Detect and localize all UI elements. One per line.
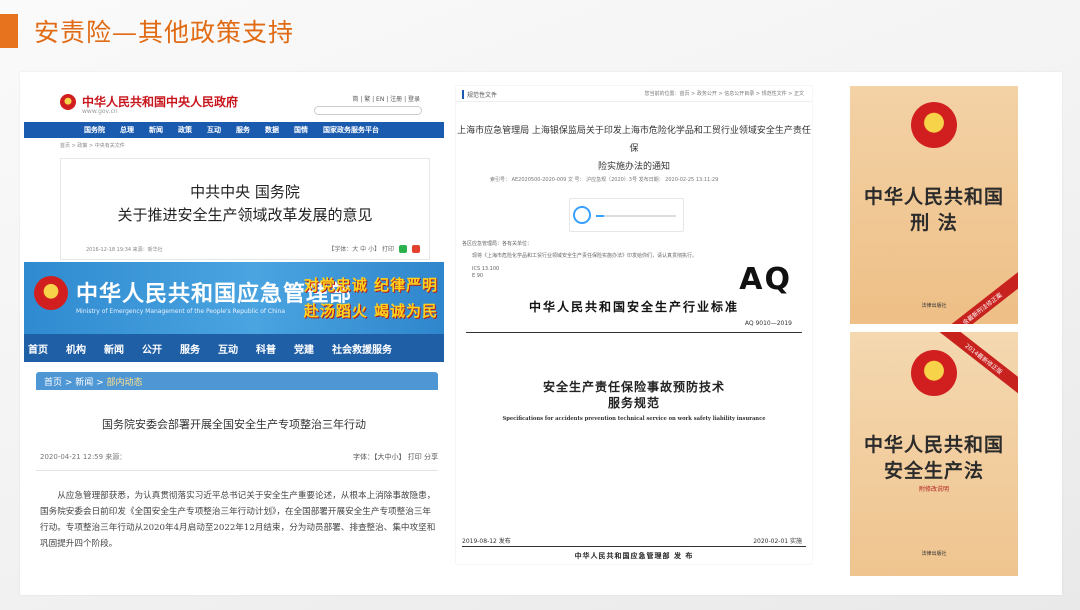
book-title-line-2: 安全生产法 [883,460,984,482]
book-subtitle: 附修改说明 [918,486,949,493]
mem-article-body: 从应急管理部获悉，为认真贯彻落实习近平总书记关于安全生产重要论述，从根本上消除事… [40,491,436,549]
sh-doc-title-line-2: 险实施办法的通知 [597,162,670,172]
gov-nav-item[interactable]: 国家政务服务平台 [323,125,379,135]
book-publisher: 法律出版社 [921,303,947,309]
book-corner-tag: 含最新刑法修正案 [930,266,1018,324]
gov-cn-nav: 国务院 总理 新闻 政策 互动 服务 数据 国情 国家政务服务平台 [24,122,444,138]
mem-breadcrumb: 首页 > 新闻 > 部内动态 [36,372,438,390]
mem-article-meta: 2020-04-21 12:59 来源： [40,453,127,461]
audio-progress-fill [596,215,604,217]
aq-mark: AQ [739,262,792,297]
book-title-line-1: 中华人民共和国 [863,434,1004,456]
aq-publisher: 中华人民共和国应急管理部 发 布 [574,552,694,560]
mem-nav-item[interactable]: 公开 [142,341,162,356]
national-emblem-icon [911,350,957,396]
gov-nav-item[interactable]: 互动 [207,125,221,135]
mem-banner: 中华人民共和国应急管理部 Ministry of Emergency Manag… [24,262,444,334]
gov-nav-item[interactable]: 国情 [294,125,308,135]
mem-nav-item[interactable]: 党建 [294,341,314,356]
title-accent-bar [0,14,18,48]
mem-breadcrumb-current[interactable]: 部内动态 [107,378,143,388]
mem-nav-item[interactable]: 社会救援服务 [332,341,392,356]
mem-nav-item[interactable]: 服务 [180,341,200,356]
mem-nav-item[interactable]: 科普 [256,341,276,356]
aq-title-line-2: 服务规范 [607,396,660,410]
gov-cn-doc-title-2: 关于推进安全生产领域改革发展的意见 [117,206,373,224]
divider [36,470,438,471]
sh-doc-and-aq-standard: 规范性文件 您当前的位置：首页 > 政务公开 > 信息公开目录 > 规范性文件 … [456,86,812,564]
sh-doc-meta: 索引号： AE2020500-2020-009 文 号： 沪应急规〔2020〕3… [490,177,719,183]
sh-doc-notice-text: 现将《上海市危险化学品和工贸行业领域安全生产责任保险实施办法》印发给你们，请认真… [472,253,698,259]
audio-player[interactable] [569,198,684,232]
divider [466,332,802,333]
gov-nav-item[interactable]: 政策 [178,125,192,135]
gov-nav-item[interactable]: 国务院 [84,125,105,135]
sh-doc-title-line-1: 上海市应急管理局 上海银保监局关于印发上海市危险化学品和工贸行业领域安全生产责任… [457,126,811,154]
mem-article-tools[interactable]: 字体：【大中小】 打印 分享 [353,452,438,462]
mem-nav-item[interactable]: 首页 [28,341,48,356]
divider [462,546,806,547]
mem-nav-item[interactable]: 新闻 [104,341,124,356]
gov-cn-meta: 2016-12-18 19:34 来源：新华社 [86,247,163,253]
sh-doc-title: 上海市应急管理局 上海银保监局关于印发上海市危险化学品和工贸行业领域安全生产责任… [456,122,812,176]
mem-article-title: 国务院安委会部署开展全国安全生产专项整治三年行动 [102,418,366,431]
criminal-law-book-cover: 中华人民共和国 刑 法 含最新刑法修正案 法律出版社 [850,86,1018,324]
mem-nav: 首页 机构 新闻 公开 服务 互动 科普 党建 社会救援服务 [24,334,444,362]
gov-cn-top-links[interactable]: 简 | 繁 | EN | 注册 | 登录 [352,94,420,103]
gov-nav-item[interactable]: 新闻 [149,125,163,135]
sh-doc-addressee: 各区应急管理局：各有关单位： [462,241,533,247]
gov-nav-item[interactable]: 数据 [265,125,279,135]
mem-nav-item[interactable]: 互动 [218,341,238,356]
mem-nav-item[interactable]: 机构 [66,341,86,356]
book-title-line-1: 中华人民共和国 [863,186,1004,208]
speaker-icon[interactable] [573,206,591,224]
gov-cn-header: 中华人民共和国中央人民政府 www.gov.cn 简 | 繁 | EN | 注册… [24,84,444,122]
mem-site-en: Ministry of Emergency Management of the … [76,308,286,315]
weibo-icon[interactable] [412,244,420,253]
aq-ics-code: ICS 13.100 E 90 [472,266,500,279]
gov-cn-tools: 【字体：大 中 小】 打印 [328,244,420,253]
mem-gov-screenshot: 中华人民共和国应急管理部 Ministry of Emergency Manag… [24,262,444,567]
national-emblem-icon [34,276,68,310]
national-emblem-icon [911,102,957,148]
slide-title: 安责险—其他政策支持 [34,18,295,47]
mem-slogan-2: 赴汤蹈火 竭诚为民 [303,302,438,320]
mem-slogan-1: 对党忠诚 纪律严明 [303,276,438,294]
sh-doc-label: 规范性文件 [462,90,497,99]
national-emblem-icon [60,94,76,110]
aq-implementation-date: 2020-02-01 实施 [753,538,802,545]
gov-cn-font-print[interactable]: 【字体：大 中 小】 打印 [328,244,394,253]
work-safety-law-book-cover: 2014最新修正版 中华人民共和国 安全生产法 附修改说明 法律出版社 [850,332,1018,576]
aq-standard-code: AQ 9010—2019 [744,320,792,327]
mem-breadcrumb-path[interactable]: 首页 > 新闻 > [44,378,107,388]
gov-cn-url: www.gov.cn [82,108,118,115]
aq-title-en: Specifications for accidents prevention … [502,416,766,422]
gov-cn-search-input[interactable] [314,106,422,115]
book-publisher: 法律出版社 [921,551,947,557]
gov-nav-item[interactable]: 总理 [120,125,134,135]
gov-cn-doc-title-1: 中共中央 国务院 [190,183,300,201]
aq-title-line-1: 安全生产责任保险事故预防技术 [542,380,725,394]
gov-nav-item[interactable]: 服务 [236,125,250,135]
gov-cn-breadcrumb[interactable]: 首页 > 政策 > 中央有关文件 [24,138,444,149]
audio-progress-track[interactable] [596,215,676,217]
sh-doc-location[interactable]: 您当前的位置：首页 > 政务公开 > 信息公开目录 > 规范性文件 > 正文 [645,90,804,97]
aq-org-name: 中华人民共和国安全生产行业标准 [528,300,739,314]
sh-doc-topbar: 规范性文件 您当前的位置：首页 > 政务公开 > 信息公开目录 > 规范性文件 … [456,86,812,102]
book-title-line-2: 刑 法 [910,212,958,234]
wechat-icon[interactable] [399,244,407,253]
aq-release-date: 2019-08-12 发布 [462,538,511,545]
gov-cn-screenshot: 中华人民共和国中央人民政府 www.gov.cn 简 | 繁 | EN | 注册… [24,84,444,260]
